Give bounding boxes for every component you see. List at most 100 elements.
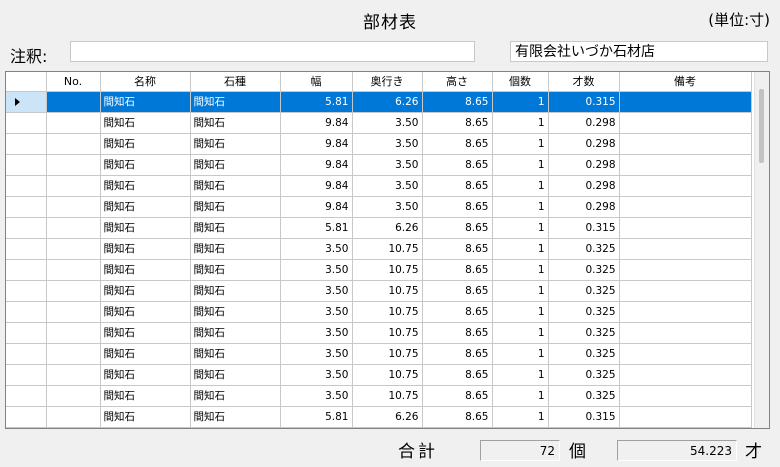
row-selector-cell[interactable] xyxy=(6,196,47,218)
cell-count[interactable]: 1 xyxy=(492,175,549,197)
table-row[interactable]: 間知石 間知石 3.50 10.75 8.65 1 0.325 xyxy=(6,301,752,323)
cell-size[interactable]: 0.325 xyxy=(548,385,620,407)
cell-width[interactable]: 3.50 xyxy=(280,238,353,260)
table-row[interactable]: 間知石 間知石 9.84 3.50 8.65 1 0.298 xyxy=(6,154,752,176)
cell-depth[interactable]: 10.75 xyxy=(352,343,423,365)
cell-size[interactable]: 0.298 xyxy=(548,196,620,218)
cell-width[interactable]: 5.81 xyxy=(280,91,353,113)
table-row[interactable]: 間知石 間知石 3.50 10.75 8.65 1 0.325 xyxy=(6,322,752,344)
cell-name[interactable]: 間知石 xyxy=(100,91,191,113)
cell-depth[interactable]: 10.75 xyxy=(352,364,423,386)
cell-size[interactable]: 0.298 xyxy=(548,112,620,134)
cell-count[interactable]: 1 xyxy=(492,238,549,260)
cell-stone[interactable]: 間知石 xyxy=(190,280,281,302)
table-row[interactable]: 間知石 間知石 9.84 3.50 8.65 1 0.298 xyxy=(6,112,752,134)
cell-width[interactable]: 9.84 xyxy=(280,112,353,134)
cell-note[interactable] xyxy=(619,343,752,365)
cell-note[interactable] xyxy=(619,175,752,197)
cell-name[interactable]: 間知石 xyxy=(100,259,191,281)
cell-depth[interactable]: 3.50 xyxy=(352,196,423,218)
cell-no[interactable] xyxy=(46,175,101,197)
cell-name[interactable]: 間知石 xyxy=(100,322,191,344)
cell-name[interactable]: 間知石 xyxy=(100,217,191,239)
table-row[interactable]: 間知石 間知石 3.50 10.75 8.65 1 0.325 xyxy=(6,259,752,281)
cell-no[interactable] xyxy=(46,196,101,218)
cell-height[interactable]: 8.65 xyxy=(422,301,493,323)
cell-no[interactable] xyxy=(46,238,101,260)
parts-grid[interactable]: No. 名称 石種 幅 奥行き 高さ 個数 才数 備考 間知石 間知石 5.81 6.… xyxy=(5,71,770,429)
cell-count[interactable]: 1 xyxy=(492,406,549,428)
cell-no[interactable] xyxy=(46,154,101,176)
cell-note[interactable] xyxy=(619,154,752,176)
row-selector-cell[interactable] xyxy=(6,91,47,113)
cell-depth[interactable]: 10.75 xyxy=(352,238,423,260)
note-input[interactable] xyxy=(70,41,475,62)
cell-no[interactable] xyxy=(46,343,101,365)
cell-size[interactable]: 0.325 xyxy=(548,280,620,302)
cell-stone[interactable]: 間知石 xyxy=(190,322,281,344)
cell-size[interactable]: 0.315 xyxy=(548,91,620,113)
cell-width[interactable]: 5.81 xyxy=(280,217,353,239)
cell-stone[interactable]: 間知石 xyxy=(190,301,281,323)
cell-no[interactable] xyxy=(46,280,101,302)
table-row[interactable]: 間知石 間知石 3.50 10.75 8.65 1 0.325 xyxy=(6,238,752,260)
cell-note[interactable] xyxy=(619,259,752,281)
cell-name[interactable]: 間知石 xyxy=(100,280,191,302)
cell-height[interactable]: 8.65 xyxy=(422,112,493,134)
cell-height[interactable]: 8.65 xyxy=(422,217,493,239)
cell-no[interactable] xyxy=(46,217,101,239)
column-header-name[interactable]: 名称 xyxy=(100,72,191,92)
cell-width[interactable]: 3.50 xyxy=(280,343,353,365)
column-header-stone[interactable]: 石種 xyxy=(190,72,281,92)
cell-size[interactable]: 0.325 xyxy=(548,343,620,365)
cell-name[interactable]: 間知石 xyxy=(100,385,191,407)
cell-name[interactable]: 間知石 xyxy=(100,112,191,134)
cell-height[interactable]: 8.65 xyxy=(422,91,493,113)
cell-height[interactable]: 8.65 xyxy=(422,196,493,218)
row-selector-cell[interactable] xyxy=(6,364,47,386)
row-selector-cell[interactable] xyxy=(6,217,47,239)
table-row[interactable]: 間知石 間知石 9.84 3.50 8.65 1 0.298 xyxy=(6,133,752,155)
cell-note[interactable] xyxy=(619,238,752,260)
cell-height[interactable]: 8.65 xyxy=(422,133,493,155)
cell-stone[interactable]: 間知石 xyxy=(190,175,281,197)
table-row[interactable]: 間知石 間知石 5.81 6.26 8.65 1 0.315 xyxy=(6,406,752,428)
column-header-no[interactable]: No. xyxy=(46,72,101,92)
cell-width[interactable]: 9.84 xyxy=(280,133,353,155)
cell-name[interactable]: 間知石 xyxy=(100,238,191,260)
row-selector-cell[interactable] xyxy=(6,154,47,176)
cell-name[interactable]: 間知石 xyxy=(100,133,191,155)
cell-depth[interactable]: 6.26 xyxy=(352,217,423,239)
cell-width[interactable]: 3.50 xyxy=(280,322,353,344)
cell-size[interactable]: 0.315 xyxy=(548,217,620,239)
cell-stone[interactable]: 間知石 xyxy=(190,112,281,134)
cell-stone[interactable]: 間知石 xyxy=(190,196,281,218)
cell-count[interactable]: 1 xyxy=(492,217,549,239)
cell-depth[interactable]: 3.50 xyxy=(352,133,423,155)
row-selector-cell[interactable] xyxy=(6,175,47,197)
cell-note[interactable] xyxy=(619,406,752,428)
cell-depth[interactable]: 10.75 xyxy=(352,259,423,281)
cell-name[interactable]: 間知石 xyxy=(100,196,191,218)
cell-height[interactable]: 8.65 xyxy=(422,364,493,386)
cell-no[interactable] xyxy=(46,91,101,113)
cell-depth[interactable]: 10.75 xyxy=(352,322,423,344)
cell-note[interactable] xyxy=(619,385,752,407)
cell-height[interactable]: 8.65 xyxy=(422,154,493,176)
table-row[interactable]: 間知石 間知石 5.81 6.26 8.65 1 0.315 xyxy=(6,91,752,113)
cell-height[interactable]: 8.65 xyxy=(422,280,493,302)
row-selector-cell[interactable] xyxy=(6,238,47,260)
cell-stone[interactable]: 間知石 xyxy=(190,385,281,407)
cell-size[interactable]: 0.325 xyxy=(548,364,620,386)
cell-note[interactable] xyxy=(619,91,752,113)
cell-stone[interactable]: 間知石 xyxy=(190,217,281,239)
cell-size[interactable]: 0.325 xyxy=(548,259,620,281)
cell-no[interactable] xyxy=(46,385,101,407)
cell-size[interactable]: 0.298 xyxy=(548,154,620,176)
cell-no[interactable] xyxy=(46,112,101,134)
scrollbar-thumb[interactable] xyxy=(759,89,764,163)
cell-height[interactable]: 8.65 xyxy=(422,385,493,407)
cell-depth[interactable]: 3.50 xyxy=(352,112,423,134)
table-row[interactable]: 間知石 間知石 9.84 3.50 8.65 1 0.298 xyxy=(6,196,752,218)
cell-count[interactable]: 1 xyxy=(492,364,549,386)
